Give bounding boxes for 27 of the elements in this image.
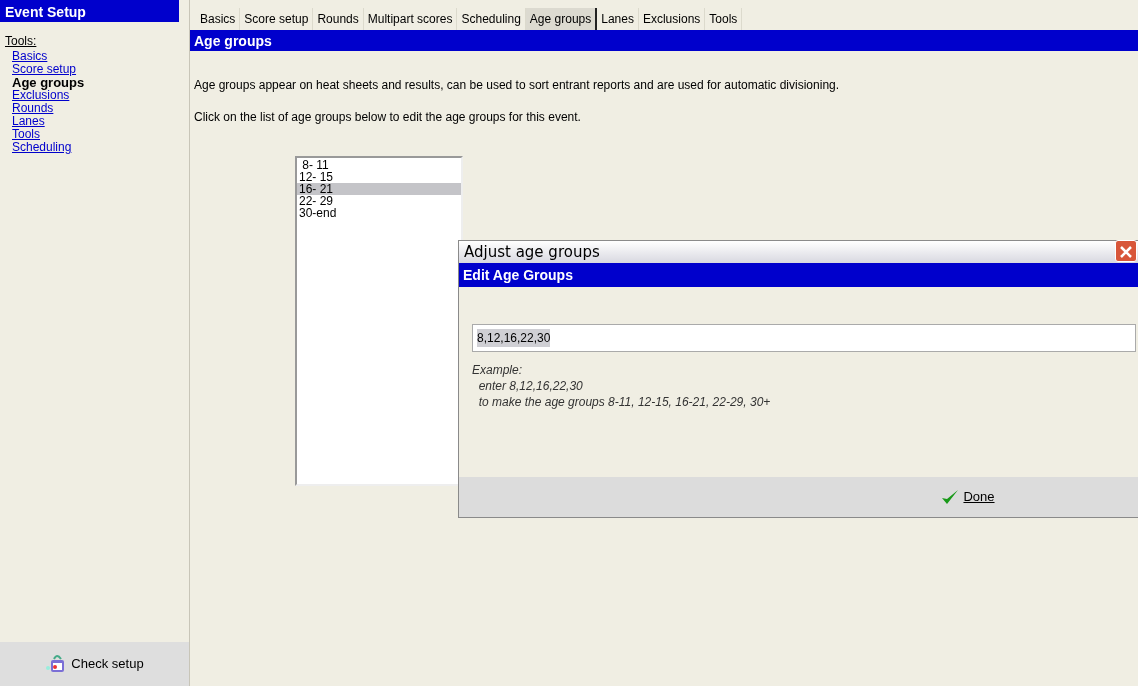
sidebar-link[interactable]: Lanes <box>12 115 45 128</box>
sidebar-link[interactable]: Tools <box>12 128 40 141</box>
sidebar-link[interactable]: Rounds <box>12 102 54 115</box>
age-group-item[interactable]: 12- 15 <box>297 171 461 183</box>
check-setup-button[interactable]: Check setup <box>0 642 189 686</box>
age-group-item[interactable]: 22- 29 <box>297 195 461 207</box>
sidebar-link[interactable]: Score setup <box>12 63 77 76</box>
age-groups-field[interactable]: 8,12,16,22,30 <box>472 324 1136 352</box>
done-button[interactable]: Done <box>937 485 999 509</box>
dialog-title: Adjust age groups <box>464 241 600 263</box>
description-text: Age groups appear on heat sheets and results, can be used to sort entrant reports and are used for automatic divisioning. <box>194 77 841 94</box>
age-group-item[interactable]: 30-end <box>297 207 461 219</box>
sidebar-link[interactable]: Basics <box>12 50 48 63</box>
description-text: Click on the list of age groups below to edit the age groups for this event. <box>194 109 582 126</box>
example-text: Example: enter 8,12,16,22,30 to make the age groups 8-11, 12-15, 16-21, 22-29, 30+ <box>472 362 771 410</box>
age-group-item[interactable]: 8- 11 <box>297 159 461 171</box>
section-title: Age groups <box>190 30 1138 51</box>
sidebar-heading: Tools: <box>5 34 37 48</box>
age-group-list[interactable]: 8- 11 12- 15 16- 21 22- 29 30-end <box>295 156 463 486</box>
tab[interactable]: Age groups <box>525 8 598 30</box>
field-value: 8,12,16,22,30 <box>477 329 551 347</box>
sidebar-link[interactable]: Exclusions <box>12 89 70 102</box>
sidebar-link[interactable]: Scheduling <box>12 141 72 154</box>
sidebar-link[interactable]: Age groups <box>12 76 85 89</box>
age-group-item[interactable]: 16- 21 <box>297 183 461 195</box>
dialog-header: Edit Age Groups <box>459 263 1138 287</box>
sidebar-title: Event Setup <box>0 0 179 22</box>
